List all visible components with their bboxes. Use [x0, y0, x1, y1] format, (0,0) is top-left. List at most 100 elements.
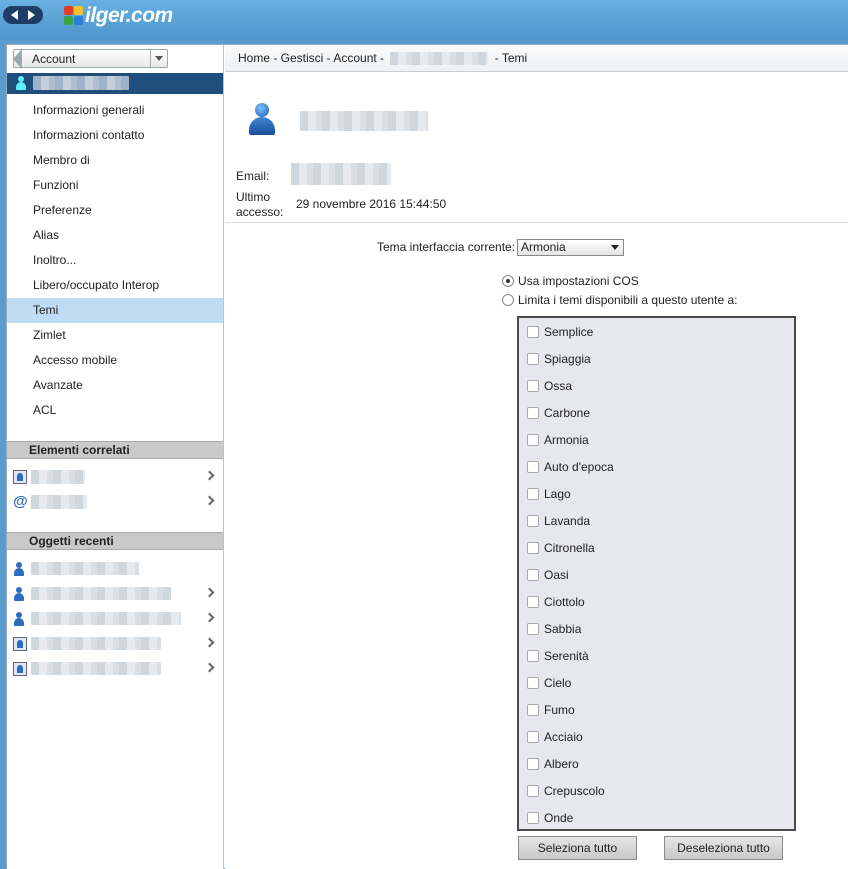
theme-checkbox[interactable] — [527, 568, 539, 581]
recent-item[interactable] — [7, 656, 223, 681]
sidebar-item-accesso-mobile[interactable]: Accesso mobile — [7, 348, 223, 373]
theme-checkbox[interactable] — [527, 595, 539, 608]
theme-option[interactable]: Ciottolo — [519, 588, 794, 615]
theme-option[interactable]: Lago — [519, 480, 794, 507]
theme-option-label: Acciaio — [544, 729, 583, 744]
theme-option[interactable]: Fumo — [519, 696, 794, 723]
radio-limit-themes[interactable]: Limita i temi disponibili a questo utent… — [502, 293, 737, 307]
recent-item[interactable] — [7, 581, 223, 606]
theme-option-label: Fumo — [544, 702, 575, 717]
theme-option-label: Lavanda — [544, 513, 591, 528]
theme-option[interactable]: Ossa — [519, 372, 794, 399]
sidebar-item-zimlet[interactable]: Zimlet — [7, 323, 223, 348]
theme-option[interactable]: Citronella — [519, 534, 794, 561]
redacted-email — [291, 163, 391, 185]
sidebar-item-membro-di[interactable]: Membro di — [7, 148, 223, 173]
theme-checkbox[interactable] — [527, 460, 539, 473]
redacted-breadcrumb-account — [390, 52, 489, 66]
theme-checkbox[interactable] — [527, 757, 539, 770]
resource-icon — [13, 469, 27, 484]
sidebar-item-avanzate[interactable]: Avanzate — [7, 373, 223, 398]
theme-option[interactable]: Cielo — [519, 669, 794, 696]
breadcrumb: Home - Gestisci - Account - - Temi — [225, 45, 848, 72]
theme-checkbox[interactable] — [527, 541, 539, 554]
theme-checkbox[interactable] — [527, 784, 539, 797]
redacted-account-name — [33, 76, 129, 90]
theme-option[interactable]: Lavanda — [519, 507, 794, 534]
theme-checkbox[interactable] — [527, 622, 539, 635]
content-panel: Home - Gestisci - Account - - Temi Email… — [225, 45, 848, 869]
back-arrow-icon[interactable] — [11, 10, 18, 20]
sidebar-item-preferenze[interactable]: Preferenze — [7, 198, 223, 223]
theme-checkbox[interactable] — [527, 703, 539, 716]
theme-checkbox[interactable] — [527, 730, 539, 743]
theme-option[interactable]: Carbone — [519, 399, 794, 426]
related-item[interactable]: @ — [7, 489, 223, 514]
theme-option-label: Albero — [544, 756, 579, 771]
user-icon — [13, 586, 25, 601]
related-item[interactable] — [7, 464, 223, 489]
account-select[interactable]: Account — [13, 49, 168, 69]
theme-option[interactable]: Acciaio — [519, 723, 794, 750]
main-frame: Account Informazioni generali Informazion… — [6, 44, 848, 869]
redacted-recent-name — [31, 662, 161, 675]
theme-option-label: Serenità — [544, 648, 589, 663]
theme-checkbox[interactable] — [527, 325, 539, 338]
current-theme-select[interactable]: Armonia — [517, 239, 624, 256]
theme-option-label: Cielo — [544, 675, 572, 690]
breadcrumb-suffix: - Temi — [494, 51, 528, 65]
radio-button[interactable] — [502, 294, 514, 306]
theme-option[interactable]: Albero — [519, 750, 794, 777]
recent-item[interactable] — [7, 606, 223, 631]
theme-option-label: Onde — [544, 810, 574, 825]
forward-arrow-icon[interactable] — [28, 10, 35, 20]
theme-option[interactable]: Serenità — [519, 642, 794, 669]
select-all-button[interactable]: Seleziona tutto — [518, 836, 637, 860]
theme-option-label: Oasi — [544, 567, 569, 582]
theme-option[interactable]: Crepuscolo — [519, 777, 794, 804]
theme-option[interactable]: Auto d'epoca — [519, 453, 794, 480]
recent-item[interactable] — [7, 631, 223, 656]
deselect-all-button[interactable]: Deseleziona tutto — [664, 836, 783, 860]
sidebar-item-informazioni-contatto[interactable]: Informazioni contatto — [7, 123, 223, 148]
user-avatar-icon — [247, 103, 277, 137]
theme-checkbox[interactable] — [527, 676, 539, 689]
chevron-right-icon — [204, 612, 215, 623]
related-header: Elementi correlati — [7, 441, 223, 459]
theme-option[interactable]: Armonia — [519, 426, 794, 453]
radio-button[interactable] — [502, 275, 514, 287]
theme-option[interactable]: Onde — [519, 804, 794, 831]
sidebar-item-inoltro[interactable]: Inoltro... — [7, 248, 223, 273]
sidebar-item-libero-occupato-interop[interactable]: Libero/occupato Interop — [7, 273, 223, 298]
recent-header: Oggetti recenti — [7, 532, 223, 550]
theme-checkbox[interactable] — [527, 406, 539, 419]
theme-option-label: Armonia — [544, 432, 589, 447]
recent-item[interactable] — [7, 556, 223, 581]
chevron-right-icon — [204, 662, 215, 673]
divider — [225, 222, 848, 223]
sidebar-item-acl[interactable]: ACL — [7, 398, 223, 423]
sidebar-item-alias[interactable]: Alias — [7, 223, 223, 248]
radio-use-cos[interactable]: Usa impostazioni COS — [502, 274, 639, 288]
sidebar-item-funzioni[interactable]: Funzioni — [7, 173, 223, 198]
theme-option[interactable]: Oasi — [519, 561, 794, 588]
chevron-down-icon — [155, 56, 163, 61]
sidebar-item-temi[interactable]: Temi — [7, 298, 223, 323]
account-header[interactable] — [7, 73, 223, 94]
breadcrumb-prefix[interactable]: Home - Gestisci - Account - — [238, 51, 384, 65]
theme-checkbox[interactable] — [527, 811, 539, 824]
current-theme-label: Tema interfaccia corrente: — [377, 240, 516, 254]
theme-option[interactable]: Semplice — [519, 318, 794, 345]
theme-checkbox[interactable] — [527, 649, 539, 662]
theme-checkbox[interactable] — [527, 379, 539, 392]
theme-checkbox[interactable] — [527, 487, 539, 500]
theme-checkbox[interactable] — [527, 514, 539, 527]
dropdown-button[interactable] — [150, 50, 167, 67]
email-label: Email: — [236, 169, 270, 183]
theme-checkbox[interactable] — [527, 352, 539, 365]
theme-option[interactable]: Sabbia — [519, 615, 794, 642]
sidebar-item-informazioni-generali[interactable]: Informazioni generali — [7, 98, 223, 123]
theme-option-label: Carbone — [544, 405, 591, 420]
theme-checkbox[interactable] — [527, 433, 539, 446]
theme-option[interactable]: Spiaggia — [519, 345, 794, 372]
